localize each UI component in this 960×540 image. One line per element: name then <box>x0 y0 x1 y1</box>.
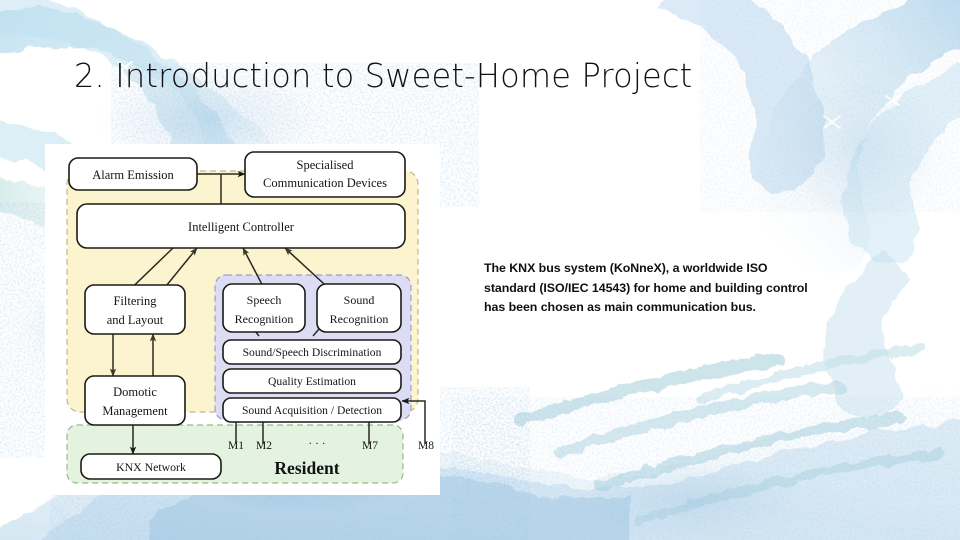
box-sound-acquisition-detection[interactable]: Sound Acquisition / Detection <box>222 397 402 423</box>
box-label-line2: and Layout <box>107 313 164 327</box>
box-label-line2: Management <box>102 404 168 418</box>
box-label: Intelligent Controller <box>188 220 295 234</box>
box-label-line2: Recognition <box>330 312 389 326</box>
architecture-figure: Alarm Emission Specialised Communication… <box>45 144 440 495</box>
mic-label-ellipsis: · · · <box>308 438 325 450</box>
slide-canvas: 2. Introduction to Sweet-Home Project Al… <box>0 0 960 540</box>
page-title: 2. Introduction to Sweet-Home Project <box>74 56 693 95</box>
mic-label-m8: M8 <box>418 440 434 452</box>
box-label: KNX Network <box>116 460 186 474</box>
box-label-line1: Filtering <box>113 294 157 308</box>
box-quality-estimation[interactable]: Quality Estimation <box>222 368 402 394</box>
box-sound-speech-discrimination[interactable]: Sound/Speech Discrimination <box>222 339 402 365</box>
box-label: Sound Acquisition / Detection <box>242 404 382 417</box>
box-label: Sound/Speech Discrimination <box>243 346 382 359</box>
box-label-line1: Speech <box>247 293 282 307</box>
body-paragraph: The KNX bus system (KoNneX), a worldwide… <box>484 261 808 315</box>
mic-label-m2: M2 <box>256 440 272 452</box>
box-label-line1: Domotic <box>113 385 157 399</box>
box-knx-network[interactable]: KNX Network <box>80 453 222 480</box>
box-specialised-communication-devices[interactable]: Specialised Communication Devices <box>244 151 406 198</box>
box-label-line1: Sound <box>344 293 375 307</box>
box-sound-recognition[interactable]: Sound Recognition <box>316 283 402 333</box>
resident-label: Resident <box>274 458 339 478</box>
mic-label-m7: M7 <box>362 440 378 452</box>
box-label-line1: Specialised <box>297 158 355 172</box>
box-label: Alarm Emission <box>92 168 174 182</box>
box-alarm-emission[interactable]: Alarm Emission <box>68 157 198 191</box>
box-intelligent-controller[interactable]: Intelligent Controller <box>76 203 406 249</box>
box-label-line2: Recognition <box>235 312 294 326</box>
box-filtering-and-layout[interactable]: Filtering and Layout <box>84 284 186 335</box>
mic-label-m1: M1 <box>228 440 244 452</box>
box-domotic-management[interactable]: Domotic Management <box>84 375 186 426</box>
box-label-line2: Communication Devices <box>263 176 387 190</box>
box-speech-recognition[interactable]: Speech Recognition <box>222 283 306 333</box>
box-label: Quality Estimation <box>268 375 356 388</box>
